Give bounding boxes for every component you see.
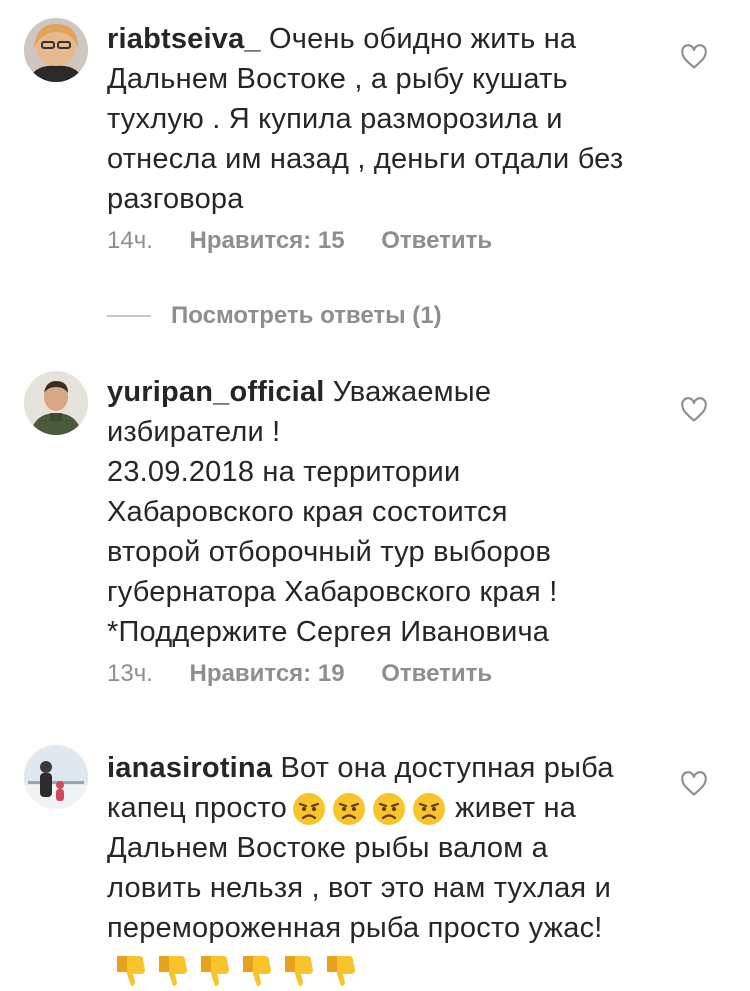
thumbs-down-icon [159, 956, 187, 987]
comment-text: ianasirotina Вот она доступная рыба капе… [107, 748, 637, 991]
comment-line: второй отборочный тур выборов [107, 536, 552, 568]
username[interactable]: yuripan_official [107, 376, 325, 408]
comment-text: riabtseiva_ Очень обидно жить на Дальнем… [107, 19, 637, 219]
thumbs-down-icon [243, 956, 271, 987]
comment-meta: 14ч. Нравится: 15 Ответить [107, 227, 492, 255]
comment-line: Хабаровского края состоится [107, 496, 508, 528]
thumbs-down-icon [285, 956, 313, 987]
reply-button[interactable]: Ответить [381, 227, 492, 255]
timestamp: 13ч. [107, 660, 153, 687]
thumbs-down-icon [327, 956, 355, 987]
heart-icon[interactable] [680, 44, 708, 70]
username[interactable]: ianasirotina [107, 752, 272, 784]
avatar[interactable] [24, 745, 88, 809]
avatar[interactable] [24, 371, 88, 435]
likes-count[interactable]: Нравится: 19 [190, 660, 345, 688]
timestamp: 14ч. [107, 227, 153, 254]
avatar[interactable] [24, 18, 88, 82]
reply-button[interactable]: Ответить [381, 660, 492, 688]
comment-line: 23.09.2018 на территории [107, 456, 461, 488]
comment-text: yuripan_official Уважаемые избиратели ! … [107, 372, 637, 652]
angry-face-icon [292, 793, 325, 826]
view-replies-label[interactable]: Посмотреть ответы (1) [171, 302, 442, 330]
heart-icon[interactable] [680, 397, 708, 423]
likes-count[interactable]: Нравится: 15 [190, 227, 345, 255]
view-replies-button[interactable]: Посмотреть ответы (1) [107, 301, 442, 331]
heart-icon[interactable] [680, 771, 708, 797]
username[interactable]: riabtseiva_ [107, 23, 261, 55]
divider [107, 315, 151, 317]
angry-face-icon [412, 793, 445, 826]
thumbs-down-icon [117, 956, 145, 987]
comment-line: *Поддержите Сергея Ивановича [107, 616, 550, 648]
comment-line: губернатора Хабаровского края ! [107, 576, 558, 608]
comment-meta: 13ч. Нравится: 19 Ответить [107, 660, 492, 688]
angry-face-icon [372, 793, 405, 826]
thumbs-down-icon [201, 956, 229, 987]
angry-face-icon [332, 793, 365, 826]
